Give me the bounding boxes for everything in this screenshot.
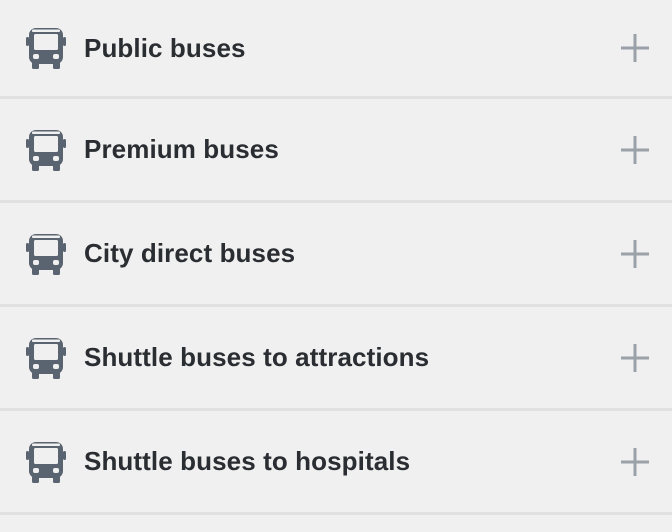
plus-icon[interactable] [620,135,650,165]
plus-icon[interactable] [620,447,650,477]
accordion-item-shuttle-buses-to-attractions[interactable]: Shuttle buses to attractions [0,307,672,411]
accordion-item-premium-buses[interactable]: Premium buses [0,99,672,203]
accordion-item-label: Shuttle buses to attractions [84,342,430,372]
plus-icon[interactable] [620,343,650,373]
bus-icon [26,441,66,483]
accordion-item-label: Public buses [84,32,246,63]
bus-icon [26,28,66,69]
bus-icon [26,233,66,275]
accordion-item-label: City direct buses [84,238,296,268]
plus-icon[interactable] [620,239,650,269]
plus-icon[interactable] [620,33,650,63]
accordion-item-label: Shuttle buses to hospitals [84,446,411,476]
accordion-item-city-direct-buses[interactable]: City direct buses [0,203,672,307]
accordion-item-label: Premium buses [84,134,279,164]
accordion-item-shuttle-buses-to-hospitals[interactable]: Shuttle buses to hospitals [0,411,672,515]
bus-icon [26,129,66,171]
bus-icon [26,337,66,379]
bus-category-accordion: Public buses Premium buses City direct b… [0,0,672,532]
accordion-item-public-buses[interactable]: Public buses [0,0,672,99]
